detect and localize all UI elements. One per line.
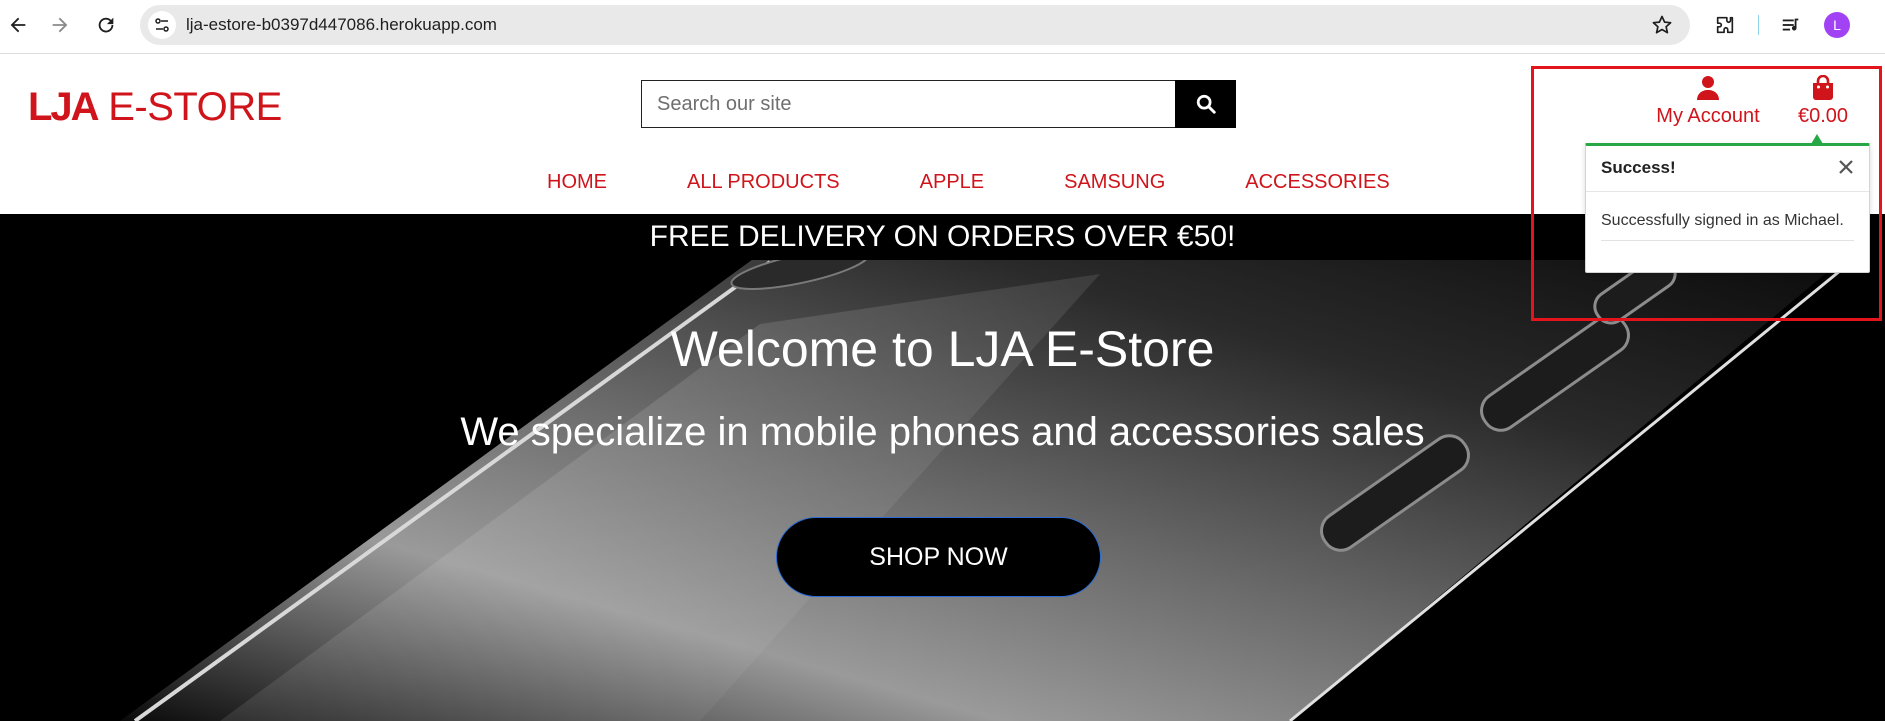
search-input[interactable] xyxy=(641,80,1176,128)
toast-title: Success! xyxy=(1601,158,1676,177)
extensions-icon[interactable] xyxy=(1712,12,1738,38)
reload-icon[interactable] xyxy=(90,9,122,41)
browser-toolbar: lja-estore-b0397d447086.herokuapp.com L xyxy=(0,0,1885,54)
search-icon xyxy=(1196,94,1216,114)
nav-item-home[interactable]: HOME xyxy=(547,167,607,197)
toast-message: Successfully signed in as Michael. xyxy=(1601,206,1854,241)
site-info-icon[interactable] xyxy=(148,11,176,39)
toast-header: Success! xyxy=(1586,146,1869,192)
hero-section: FREE DELIVERY ON ORDERS OVER €50! Welcom… xyxy=(0,214,1885,721)
shop-now-button[interactable]: SHOP NOW xyxy=(776,517,1101,597)
media-controls-icon[interactable] xyxy=(1778,12,1804,38)
hero-subtitle: We specialize in mobile phones and acces… xyxy=(460,410,1425,454)
logo-rest-text: E-STORE xyxy=(97,85,282,129)
user-icon xyxy=(1697,76,1719,100)
success-toast: Success! Successfully signed in as Micha… xyxy=(1585,143,1870,273)
search-button[interactable] xyxy=(1175,80,1236,128)
my-account-link[interactable]: My Account xyxy=(1638,75,1778,135)
nav-item-samsung[interactable]: SAMSUNG xyxy=(1064,167,1165,197)
search-form xyxy=(641,80,1236,128)
logo-bold-text: LJA xyxy=(28,85,100,129)
bookmark-star-icon[interactable] xyxy=(1650,13,1674,37)
address-bar[interactable]: lja-estore-b0397d447086.herokuapp.com xyxy=(140,5,1690,45)
main-nav: HOME ALL PRODUCTS APPLE SAMSUNG ACCESSOR… xyxy=(547,167,1390,197)
back-arrow-icon[interactable] xyxy=(2,9,34,41)
toast-body: Successfully signed in as Michael. xyxy=(1586,192,1869,241)
nav-item-apple[interactable]: APPLE xyxy=(920,167,984,197)
nav-item-accessories[interactable]: ACCESSORIES xyxy=(1245,167,1389,197)
hero-title: Welcome to LJA E-Store xyxy=(670,321,1215,377)
store-logo[interactable]: LJA E-STORE xyxy=(28,82,282,132)
close-icon[interactable] xyxy=(1833,154,1859,180)
profile-avatar[interactable]: L xyxy=(1824,12,1850,38)
shopping-bag-icon xyxy=(1813,75,1833,100)
hero-phone-image xyxy=(120,214,1885,721)
bag-total: €0.00 xyxy=(1797,105,1849,127)
url-text[interactable]: lja-estore-b0397d447086.herokuapp.com xyxy=(186,5,497,45)
toolbar-divider xyxy=(1758,15,1759,35)
shopping-bag-link[interactable]: €0.00 xyxy=(1790,75,1856,135)
nav-item-all-products[interactable]: ALL PRODUCTS xyxy=(687,167,840,197)
forward-arrow-icon[interactable] xyxy=(44,9,76,41)
my-account-label: My Account xyxy=(1656,105,1760,127)
toast-arrow xyxy=(1811,134,1823,144)
